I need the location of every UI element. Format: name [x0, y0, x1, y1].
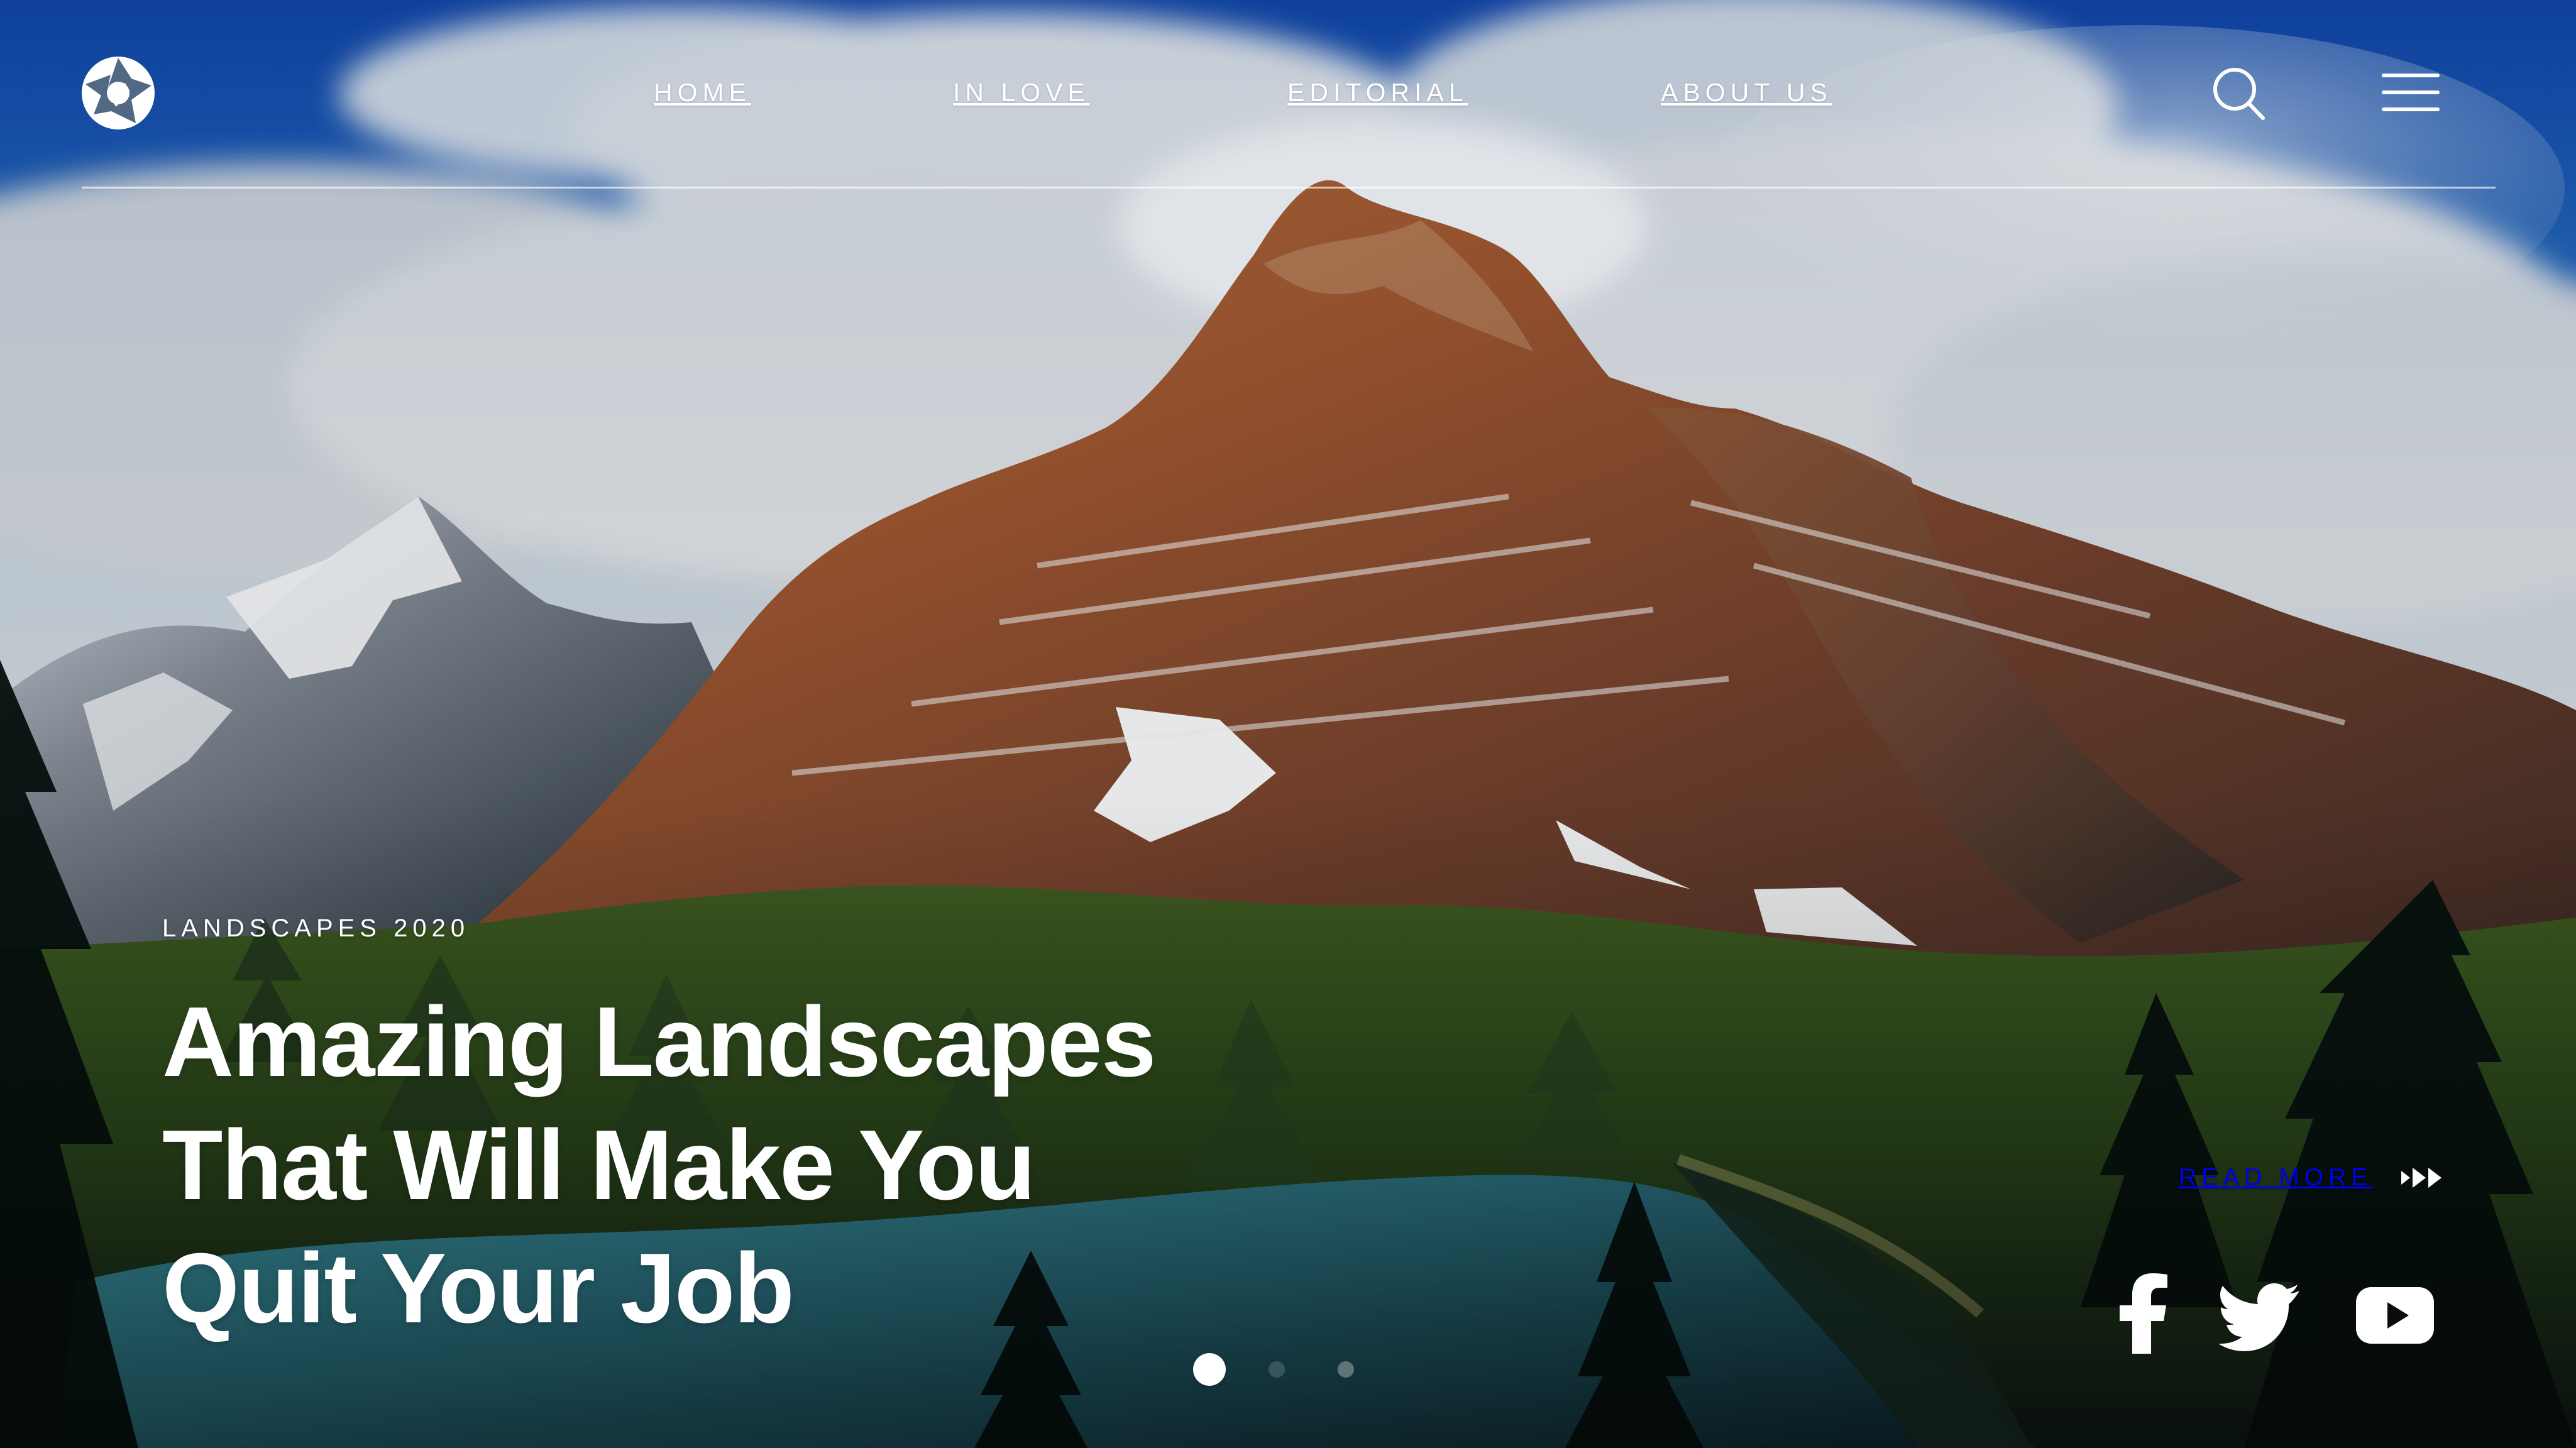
- read-more-label: READ MORE: [2179, 1164, 2373, 1191]
- nav-item-home[interactable]: HOME: [654, 77, 751, 108]
- youtube-icon: [2356, 1287, 2434, 1344]
- hamburger-menu-icon: [2382, 74, 2440, 111]
- hero-headline: Amazing Landscapes That Will Make You Qu…: [162, 980, 1168, 1350]
- twitter-link[interactable]: [2218, 1282, 2299, 1352]
- slide-dot-3[interactable]: [1338, 1361, 1354, 1378]
- search-button[interactable]: [2210, 65, 2268, 123]
- site-header: HOME IN LOVE EDITORIAL ABOUT US: [0, 0, 2576, 189]
- landscape-hero-page: HOME IN LOVE EDITORIAL ABOUT US LANDSCAP…: [0, 0, 2576, 1448]
- facebook-link[interactable]: [2117, 1273, 2171, 1354]
- slide-pagination: [1193, 1353, 1363, 1388]
- youtube-link[interactable]: [2356, 1287, 2434, 1344]
- nav-item-in-love[interactable]: IN LOVE: [953, 77, 1090, 108]
- fast-forward-icon: [2401, 1168, 2442, 1188]
- primary-navigation: HOME IN LOVE EDITORIAL ABOUT US: [0, 0, 2576, 189]
- read-more-link[interactable]: READ MORE: [2179, 1161, 2443, 1194]
- search-icon: [2213, 68, 2265, 120]
- nav-item-editorial[interactable]: EDITORIAL: [1287, 77, 1468, 108]
- menu-button[interactable]: [2382, 69, 2440, 116]
- nav-item-about-us[interactable]: ABOUT US: [1661, 77, 1832, 108]
- slide-dot-2[interactable]: [1269, 1361, 1285, 1378]
- facebook-icon: [2120, 1273, 2167, 1354]
- slide-dot-1[interactable]: [1193, 1353, 1226, 1386]
- headline-line-1: Amazing Landscapes: [162, 987, 1157, 1097]
- header-divider: [82, 187, 2496, 189]
- headline-line-2: That Will Make You: [162, 1110, 1036, 1220]
- article-category: LANDSCAPES 2020: [162, 914, 470, 942]
- twitter-icon: [2218, 1283, 2299, 1351]
- headline-line-3: Quit Your Job: [162, 1233, 795, 1344]
